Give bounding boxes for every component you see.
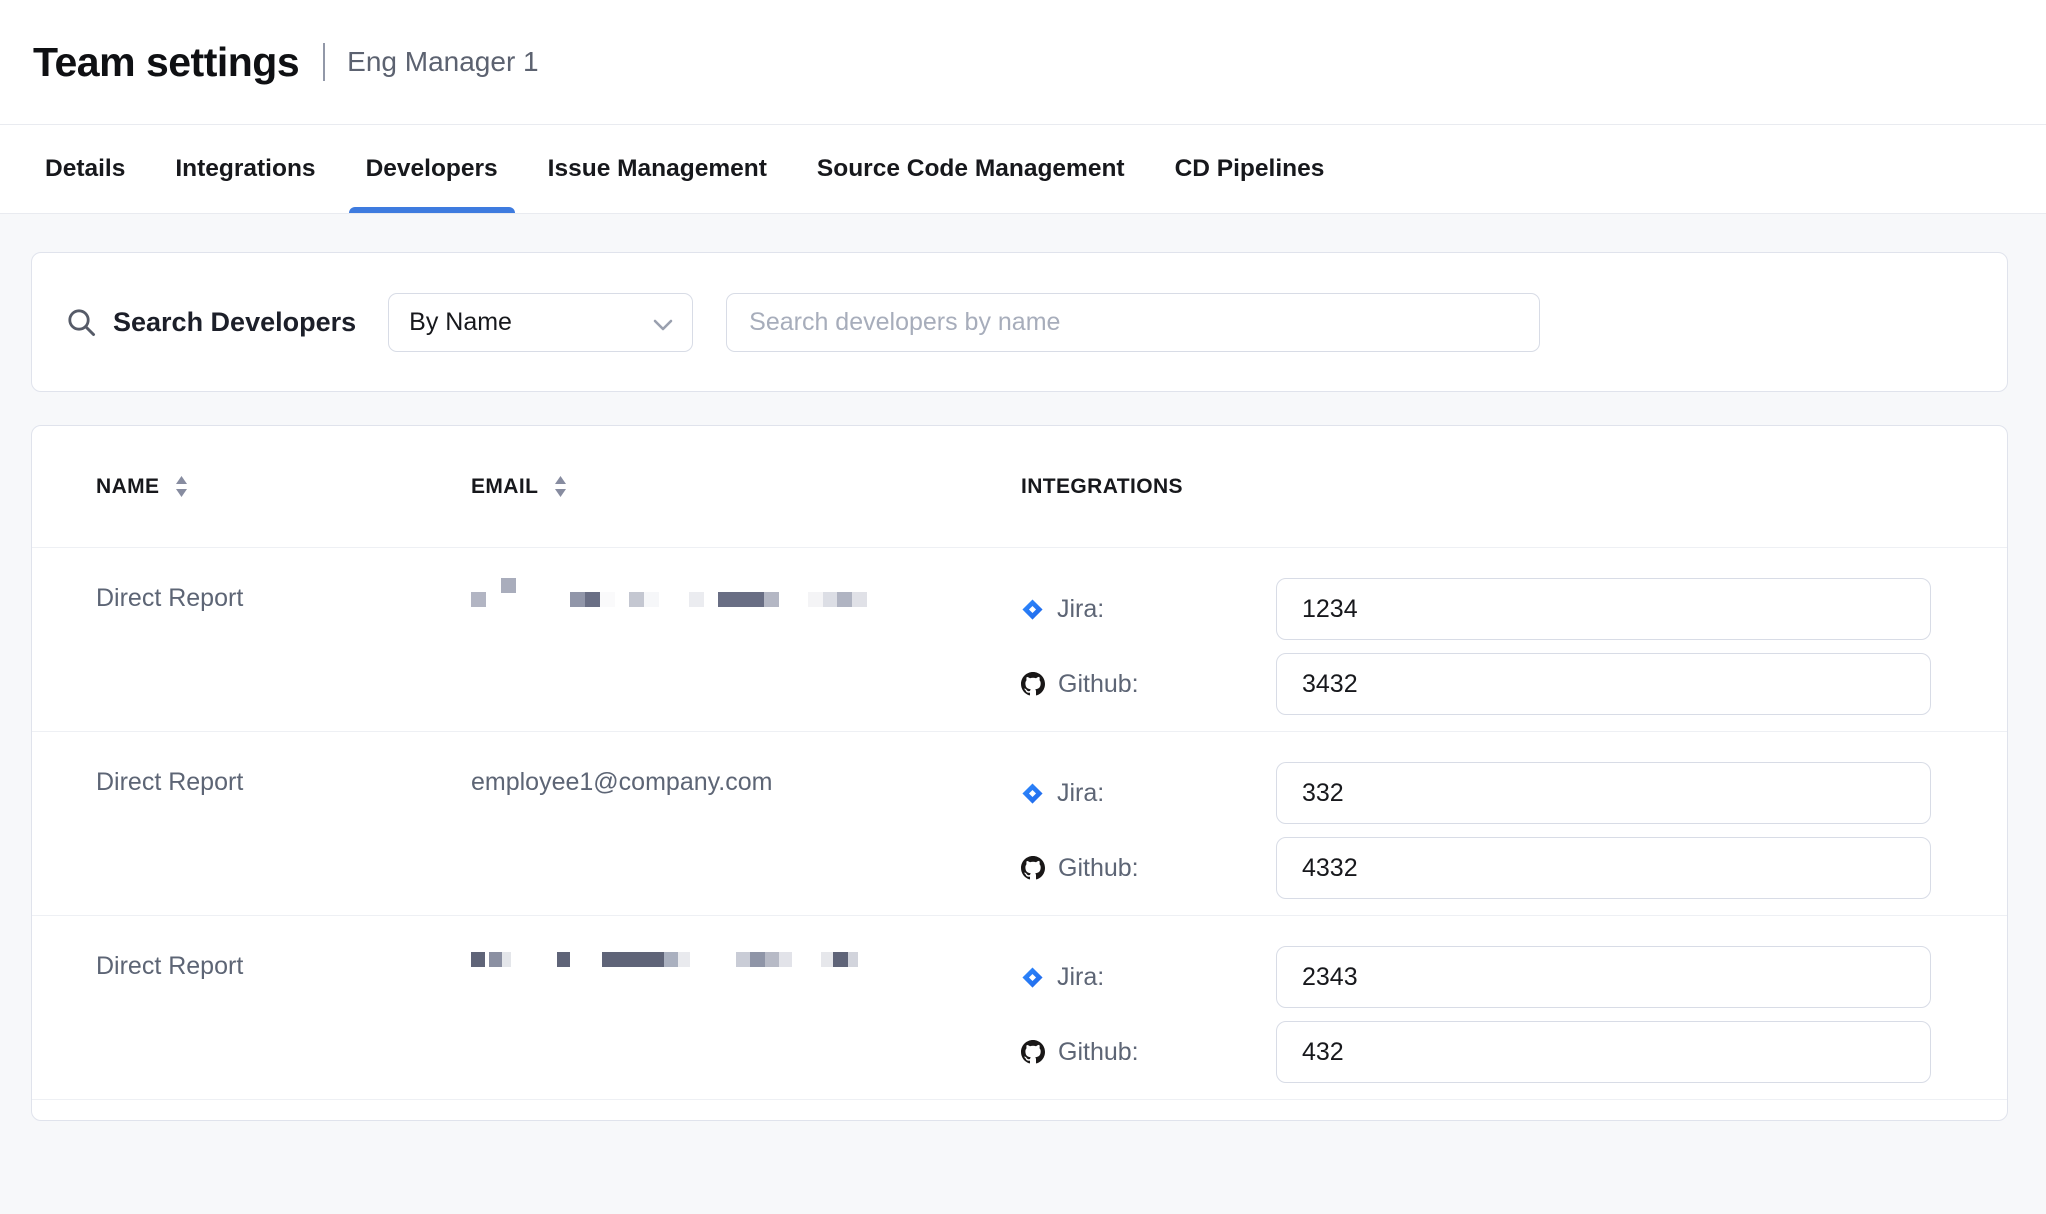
- redaction-block: [736, 952, 750, 967]
- redaction-block: [502, 952, 511, 967]
- redaction-block: [821, 952, 833, 967]
- redaction-block: [808, 592, 823, 607]
- tab-details[interactable]: Details: [28, 125, 142, 213]
- jira-icon: [1021, 782, 1044, 805]
- redaction-block: [765, 952, 779, 967]
- page-title: Team settings: [33, 39, 299, 86]
- table-header-row: NAME EMAIL INTEGRATIONS: [32, 426, 2007, 548]
- tab-issue-management[interactable]: Issue Management: [531, 125, 784, 213]
- tab-developers[interactable]: Developers: [349, 125, 515, 213]
- search-developers-input[interactable]: [726, 293, 1540, 352]
- jira-label: Jira:: [1057, 779, 1104, 808]
- jira-label: Jira:: [1057, 595, 1104, 624]
- title-separator: [323, 43, 325, 81]
- sort-email-icon[interactable]: [553, 475, 568, 498]
- developer-email: employee1@company.com: [471, 762, 1021, 797]
- redaction-block: [750, 952, 765, 967]
- tab-cd-pipelines[interactable]: CD Pipelines: [1158, 125, 1342, 213]
- redaction-block: [471, 952, 485, 967]
- table-row: Direct Report Jira:: [32, 548, 2007, 732]
- redaction-block: [689, 592, 704, 607]
- developer-name: Direct Report: [96, 762, 471, 797]
- developer-email-redacted: [471, 578, 1021, 624]
- github-icon: [1021, 1040, 1045, 1064]
- github-id-input[interactable]: [1276, 837, 1931, 899]
- table-row: Direct Report employee1@company.com Jira…: [32, 732, 2007, 916]
- search-developers-panel: Search Developers By Name: [31, 252, 2008, 392]
- redaction-block: [629, 592, 644, 607]
- redaction-block: [557, 952, 570, 967]
- redaction-block: [718, 592, 764, 607]
- developer-name: Direct Report: [96, 578, 471, 613]
- column-header-integrations: INTEGRATIONS: [1021, 475, 1931, 499]
- column-header-email: EMAIL: [471, 475, 1021, 499]
- redaction-block: [837, 592, 852, 607]
- jira-icon: [1021, 966, 1044, 989]
- github-id-input[interactable]: [1276, 1021, 1931, 1083]
- github-icon: [1021, 856, 1045, 880]
- jira-id-input[interactable]: [1276, 578, 1931, 640]
- redaction-block: [764, 592, 779, 607]
- redaction-block: [644, 592, 659, 607]
- search-section-label: Search Developers: [113, 307, 356, 338]
- jira-id-input[interactable]: [1276, 946, 1931, 1008]
- github-icon: [1021, 672, 1045, 696]
- redaction-block: [779, 952, 792, 967]
- redaction-block: [823, 592, 838, 607]
- page-subtitle: Eng Manager 1: [347, 46, 538, 78]
- redaction-block: [848, 952, 858, 967]
- jira-label: Jira:: [1057, 963, 1104, 992]
- github-id-input[interactable]: [1276, 653, 1931, 715]
- tab-integrations[interactable]: Integrations: [158, 125, 332, 213]
- redaction-block: [489, 952, 502, 967]
- search-icon: [66, 307, 97, 338]
- redaction-block: [501, 578, 516, 593]
- search-filter-select[interactable]: By Name: [388, 293, 693, 352]
- jira-icon: [1021, 598, 1044, 621]
- column-header-name: NAME: [96, 475, 471, 499]
- developer-name: Direct Report: [96, 946, 471, 981]
- sort-name-icon[interactable]: [174, 475, 189, 498]
- redaction-block: [602, 952, 664, 967]
- jira-id-input[interactable]: [1276, 762, 1931, 824]
- tab-source-code-management[interactable]: Source Code Management: [800, 125, 1142, 213]
- redaction-block: [664, 952, 678, 967]
- github-label: Github:: [1058, 854, 1139, 883]
- developer-email-redacted: [471, 946, 1021, 992]
- table-row: Direct Report Jira:: [32, 916, 2007, 1100]
- redaction-block: [678, 952, 690, 967]
- github-label: Github:: [1058, 1038, 1139, 1067]
- developers-table: NAME EMAIL INTEGRATIONS: [31, 425, 2008, 1121]
- redaction-block: [471, 592, 486, 607]
- tab-bar: Details Integrations Developers Issue Ma…: [0, 125, 2046, 214]
- redaction-block: [833, 952, 848, 967]
- redaction-block: [570, 592, 585, 607]
- redaction-block: [852, 592, 867, 607]
- github-label: Github:: [1058, 670, 1139, 699]
- redaction-block: [600, 592, 615, 607]
- redaction-block: [585, 592, 600, 607]
- page-header: Team settings Eng Manager 1: [0, 0, 2046, 125]
